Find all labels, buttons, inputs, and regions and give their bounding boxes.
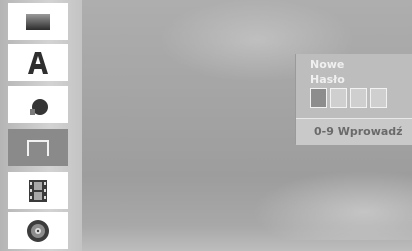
new-label: Nowe [310,58,345,71]
input-hint-bar: 0-9 Wprowadź [296,118,412,145]
password-entry-section: Nowe Hasło [296,54,412,118]
menu-item-language[interactable] [8,44,68,81]
lock-frame-icon [27,139,49,156]
menu-item-video[interactable] [8,172,68,209]
menu-item-lock[interactable] [8,129,68,166]
film-strip-icon [29,179,47,202]
password-digit-1[interactable] [310,88,327,108]
menu-item-audio[interactable] [8,86,68,123]
password-panel: Nowe Hasło 0-9 Wprowadź [295,54,412,145]
audio-speaker-icon [30,98,48,115]
menu-item-disc-setup[interactable] [8,212,68,249]
background-highlight [252,170,412,240]
menu-item-disc[interactable] [8,3,68,40]
screen: Nowe Hasło 0-9 Wprowadź [0,0,412,251]
password-digit-2[interactable] [330,88,347,108]
font-a-icon [28,51,48,74]
dvd-disc-icon [27,219,49,242]
password-digit-4[interactable] [370,88,387,108]
settings-menu [0,0,82,251]
password-label: Hasło [310,73,345,86]
password-digit-3[interactable] [350,88,367,108]
disc-tray-icon [26,13,50,30]
input-hint: 0-9 Wprowadź [314,125,403,138]
